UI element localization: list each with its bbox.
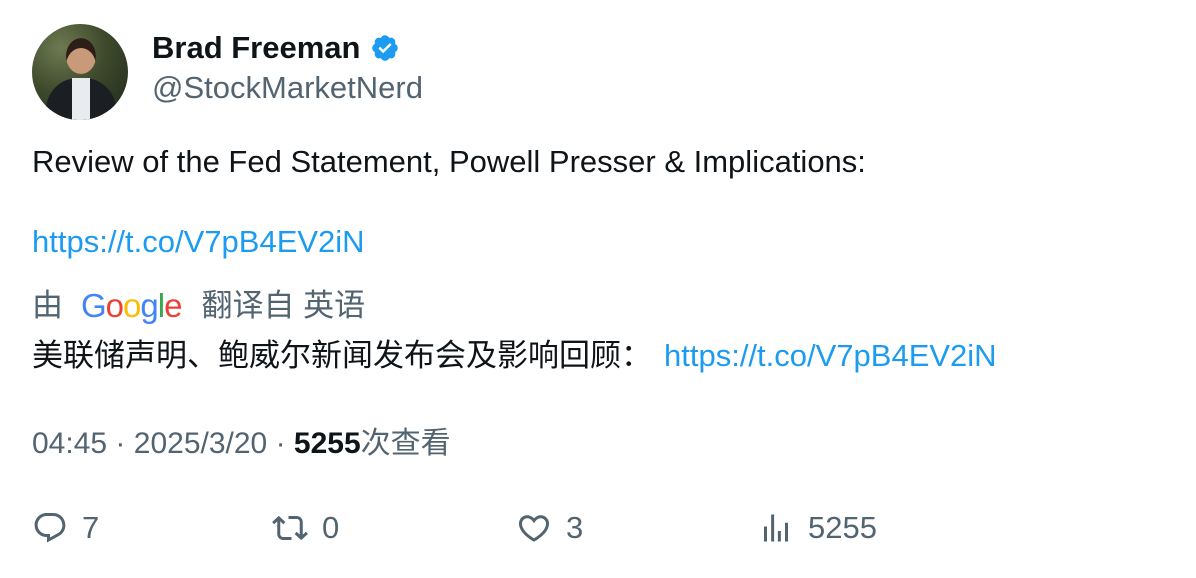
name-row: Brad Freeman [152, 30, 423, 66]
avatar-head [66, 38, 96, 74]
heart-icon [518, 515, 550, 542]
tweet-text: Review of the Fed Statement, Powell Pres… [32, 144, 866, 179]
translated-by: 由 Google 翻译自 英语 [32, 286, 365, 326]
translated-by-suffix: 翻译自 英语 [201, 288, 366, 323]
retweet-count: 0 [322, 510, 340, 545]
avatar-shirt [72, 78, 90, 120]
tweet-time[interactable]: 04:45 [32, 427, 107, 460]
google-logo[interactable]: Google [81, 286, 182, 326]
translated-text-body: 美联储声明、鲍威尔新闻发布会及影响回顾： [32, 338, 652, 373]
author-name[interactable]: Brad Freeman [152, 30, 360, 66]
reply-button[interactable]: 7 [32, 510, 99, 546]
action-bar: 7 0 3 5255 [32, 510, 1162, 554]
reply-count: 7 [82, 510, 100, 545]
translated-by-prefix: 由 [32, 288, 63, 323]
author-block: Brad Freeman @StockMarketNerd [152, 30, 423, 108]
tweet-header: Brad Freeman @StockMarketNerd [32, 24, 423, 120]
translated-text: 美联储声明、鲍威尔新闻发布会及影响回顾： https://t.co/V7pB4EV… [32, 336, 997, 376]
tweet-link[interactable]: https://t.co/V7pB4EV2iN [32, 222, 365, 262]
like-count: 3 [566, 510, 584, 545]
verified-badge-icon [372, 35, 399, 61]
tweet-date[interactable]: 2025/3/20 [134, 427, 267, 460]
author-handle[interactable]: @StockMarketNerd [152, 68, 423, 108]
views-button[interactable]: 5255 [758, 510, 877, 546]
reply-icon [34, 513, 66, 543]
views-action-count: 5255 [808, 510, 877, 545]
meta-separator: · [275, 427, 286, 460]
translated-link[interactable]: https://t.co/V7pB4EV2iN [664, 338, 997, 373]
views-count: 5255 [293, 427, 361, 460]
retweet-button[interactable]: 0 [272, 510, 339, 546]
views-chart-icon [764, 514, 788, 542]
meta-separator: · [115, 427, 126, 460]
tweet-meta: 04:45 · 2025/3/20 · 5255次查看 [32, 424, 451, 464]
avatar[interactable] [32, 24, 128, 120]
like-button[interactable]: 3 [516, 510, 583, 546]
retweet-icon [272, 515, 308, 541]
views-label: 次查看 [360, 427, 451, 460]
